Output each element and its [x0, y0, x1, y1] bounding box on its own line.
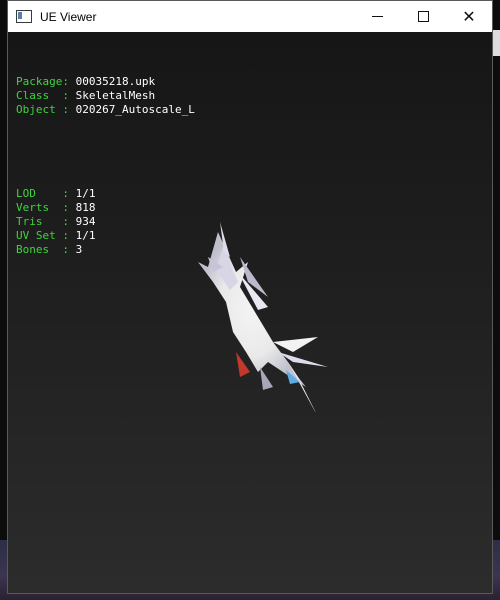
title-bar[interactable]: UE Viewer ✕	[8, 1, 492, 32]
info-row: Class : SkeletalMesh	[16, 89, 195, 103]
close-icon: ✕	[462, 7, 476, 26]
mesh-info-overlay: Package: 00035218.upk Class : SkeletalMes…	[16, 47, 195, 285]
info-value: 020267_Autoscale_L	[75, 103, 195, 116]
3d-viewport[interactable]: Package: 00035218.upk Class : SkeletalMes…	[8, 32, 492, 593]
info-label: LOD :	[16, 187, 76, 200]
mesh-shards	[198, 222, 328, 412]
info-label: UV Set :	[16, 229, 76, 242]
app-icon	[16, 10, 32, 23]
background-strip	[492, 30, 500, 56]
maximize-icon	[417, 11, 429, 22]
close-button[interactable]: ✕	[446, 1, 492, 32]
maximize-button[interactable]	[400, 1, 446, 32]
window-title: UE Viewer	[40, 9, 97, 24]
info-label: Package:	[16, 75, 76, 88]
ue-viewer-window: UE Viewer ✕ Package: 00035218.upk Class :…	[7, 0, 493, 594]
info-row: LOD : 1/1	[16, 187, 195, 201]
info-row: Object : 020267_Autoscale_L	[16, 103, 195, 117]
info-row: Package: 00035218.upk	[16, 75, 195, 89]
info-row: Bones : 3	[16, 243, 195, 257]
info-value: 818	[75, 201, 96, 214]
info-label: Bones :	[16, 243, 76, 256]
skeletal-mesh-render	[198, 222, 328, 412]
info-value: 00035218.upk	[75, 75, 156, 88]
minimize-button[interactable]	[354, 1, 400, 32]
info-row: UV Set : 1/1	[16, 229, 195, 243]
info-value: 3	[75, 243, 83, 256]
info-row: Verts : 818	[16, 201, 195, 215]
info-value: 1/1	[75, 229, 96, 242]
info-label: Tris :	[16, 215, 76, 228]
info-row: Tris : 934	[16, 215, 195, 229]
info-value: 1/1	[75, 187, 96, 200]
info-value: SkeletalMesh	[75, 89, 156, 102]
info-label: Verts :	[16, 201, 76, 214]
background-console-edge-right	[492, 100, 500, 520]
info-label: Object :	[16, 103, 76, 116]
minimize-icon	[371, 16, 383, 17]
info-value: 934	[75, 215, 96, 228]
info-label: Class :	[16, 89, 76, 102]
